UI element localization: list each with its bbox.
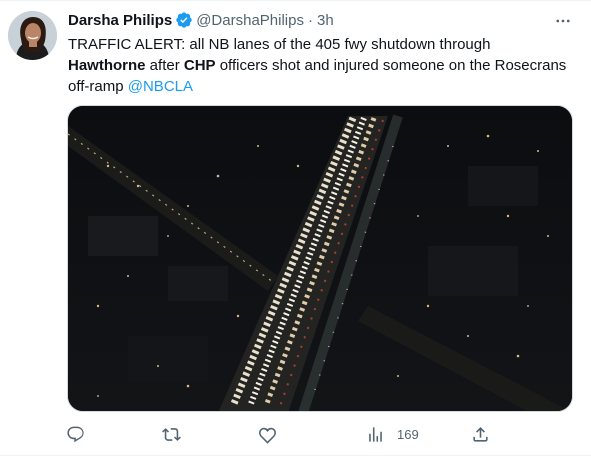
more-horizontal-icon[interactable] — [553, 11, 573, 31]
display-name[interactable]: Darsha Philips — [68, 12, 172, 29]
tweet-text-part: after — [145, 57, 184, 74]
tweet-text-bold: CHP — [183, 57, 216, 74]
timestamp[interactable]: 3h — [317, 12, 334, 29]
tweet-header: Darsha Philips @DarshaPhilips · 3h — [68, 10, 334, 30]
header-separator: · — [307, 11, 313, 29]
share-icon — [471, 425, 490, 444]
tweet-text-part: TRAFFIC ALERT: all NB lanes of the 405 f… — [68, 36, 491, 53]
views-button[interactable]: 169 — [354, 419, 419, 449]
handle[interactable]: @DarshaPhilips — [196, 12, 304, 29]
views-count: 169 — [397, 426, 419, 442]
mention-link[interactable]: @NBCLA — [128, 78, 193, 95]
reply-button[interactable] — [66, 419, 85, 449]
share-button[interactable] — [471, 419, 490, 449]
avatar[interactable] — [8, 11, 57, 60]
like-button[interactable] — [258, 419, 277, 449]
retweet-button[interactable] — [162, 419, 181, 449]
media-image — [68, 106, 572, 411]
views-bar-chart-icon — [366, 425, 385, 444]
reply-icon — [66, 425, 85, 444]
tweet-media[interactable] — [67, 105, 573, 412]
retweet-icon — [162, 425, 181, 444]
avatar-image — [8, 11, 57, 60]
verified-badge-icon[interactable] — [175, 11, 193, 29]
tweet[interactable]: Darsha Philips @DarshaPhilips · 3h TRAFF… — [0, 0, 591, 456]
heart-icon — [258, 425, 277, 444]
tweet-text: TRAFFIC ALERT: all NB lanes of the 405 f… — [68, 34, 568, 97]
tweet-actions: 169 — [58, 419, 518, 449]
tweet-text-bold: Hawthorne — [68, 57, 146, 74]
